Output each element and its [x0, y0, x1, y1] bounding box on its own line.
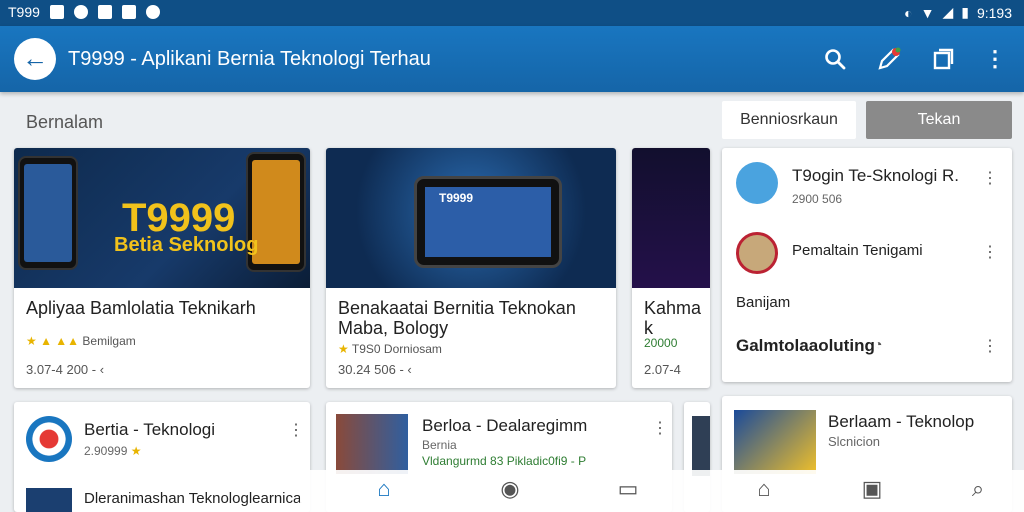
overflow-menu-button[interactable]: ⋮	[980, 44, 1010, 74]
tablet-image: T9999	[414, 176, 562, 268]
app-bar: ← T9999 - Aplikani Bernia Teknologi Terh…	[0, 26, 1024, 92]
star-icon: ★	[338, 342, 349, 356]
nav-home[interactable]: ⌂	[364, 476, 404, 506]
card-meta: 20000	[644, 336, 678, 350]
card-stats: 2.07-4	[644, 362, 681, 377]
messenger-icon	[145, 5, 160, 19]
carrier-label: T999	[8, 4, 40, 20]
nav-library[interactable]: ▭	[608, 476, 648, 506]
tv-icon: ▣	[861, 476, 883, 501]
more-vert-icon: ⋮	[984, 46, 1006, 71]
nav-store[interactable]: ⌂	[744, 476, 784, 506]
notification-icon	[49, 5, 64, 19]
search-button[interactable]	[820, 44, 850, 74]
thumbnail-image	[26, 488, 72, 512]
home-icon: ⌂	[377, 476, 391, 501]
card-meta: ★ T9S0 Dorniosam	[338, 342, 442, 356]
phone-image	[18, 156, 78, 270]
battery-icon: ▮	[961, 4, 969, 20]
list-sub: 2.90999 ★	[84, 444, 142, 458]
tablet-text: T9999	[439, 191, 474, 205]
more-vert-icon[interactable]: ⋮	[982, 336, 998, 356]
bottom-navigation: ⌂ ◉ ▭ ⌂ ▣ ⌕	[300, 470, 1024, 512]
signal-icon: ◢	[942, 4, 954, 20]
page-title: T9999 - Aplikani Bernia Teknologi Terhau	[68, 48, 431, 70]
side-panel: T9ogin Te-Sknologi R. 2900 506 ⋮ Pemalta…	[722, 148, 1012, 382]
gallery-icon	[97, 5, 112, 19]
item-title[interactable]: T9ogin Te-Sknologi R.	[792, 166, 959, 186]
nav-discover[interactable]: ◉	[490, 476, 530, 506]
section-label: Bernalam	[26, 112, 104, 132]
list-extra: Vldangurmd 83 Pikladic0fi9 - P	[422, 454, 587, 468]
card-title: Apliyaa Bamlolatia Teknikarh	[26, 298, 256, 318]
item-sub: 2900 506	[792, 192, 843, 206]
window-icon: ▭	[617, 476, 639, 501]
nav-search[interactable]: ⌕	[958, 476, 998, 506]
copy-icon	[933, 48, 954, 70]
pen-icon	[878, 47, 901, 70]
list-card[interactable]: Bertia - Teknologi 2.90999 ★ ⋮ Dleranima…	[14, 402, 310, 512]
item-title[interactable]: Pemaltain Tenigami	[792, 242, 923, 259]
thumbnail-image	[692, 416, 710, 476]
promo-subtitle: Betia Seknolog	[114, 234, 259, 256]
star-icon: ★	[130, 444, 142, 458]
list-title: Bertia - Teknologi	[84, 420, 216, 439]
clock: 9:193	[976, 4, 1012, 21]
card-stats: 30.24 506 - ‹	[338, 362, 412, 377]
more-vert-icon[interactable]: ⋮	[982, 168, 998, 188]
more-vert-icon[interactable]: ⋮	[652, 418, 668, 438]
tabs-button[interactable]	[928, 44, 958, 74]
bold-label[interactable]: Galmtolaaoluting	[736, 336, 875, 356]
thumbnail-image	[734, 410, 816, 474]
list-sub: Slcnicion	[828, 434, 881, 449]
list-title: Berloa - Dealaregimm	[422, 416, 588, 435]
featured-card[interactable]: T9999 Betia Seknolog Apliyaa Bamlolatia …	[14, 148, 310, 388]
more-vert-icon[interactable]: ⋮	[288, 420, 304, 440]
card-stats: 3.07-4 200 - ‹	[26, 362, 105, 377]
house-icon: ⌂	[757, 476, 771, 501]
filter-button-primary[interactable]: Benniosrkaun	[722, 101, 856, 139]
plain-label: Banijam	[736, 294, 791, 311]
card-image: T9999 Betia Seknolog	[14, 148, 310, 288]
compass-icon: ◉	[500, 476, 520, 501]
card-image	[632, 148, 710, 288]
image-icon	[121, 5, 136, 19]
search-icon	[825, 49, 846, 70]
edit-button[interactable]	[874, 44, 904, 74]
wifi-icon: ▼	[920, 4, 935, 21]
sync-icon	[73, 5, 88, 19]
card-image: T9999	[326, 148, 616, 288]
list-sub: Bernia	[422, 438, 457, 452]
list-title: Berlaam - Teknolop	[828, 412, 975, 431]
card-title: Benakaatai Bernitia Teknokan Maba, Bolog…	[338, 298, 576, 338]
featured-card[interactable]: T9999 Benakaatai Bernitia Teknokan Maba,…	[326, 148, 616, 388]
back-button[interactable]: ←	[14, 38, 56, 80]
avatar	[736, 232, 778, 274]
search-icon: ⌕	[971, 476, 985, 501]
avatar	[736, 162, 778, 204]
info-icon: ◔	[874, 336, 883, 352]
arrow-back-icon: ←	[22, 43, 48, 73]
thumbnail-image	[336, 414, 408, 474]
list-title: Dleranimashan Teknologlearnica	[84, 490, 302, 507]
more-vert-icon[interactable]: ⋮	[982, 242, 998, 262]
nav-media[interactable]: ▣	[852, 476, 892, 506]
card-meta: ★ ▲ ▲▲ Bemilgam	[26, 334, 136, 348]
filter-button-secondary[interactable]: Tekan Tekialaan	[866, 101, 1012, 166]
vibrate-icon: ◐	[904, 4, 913, 21]
card-title: Kahma k	[644, 298, 702, 338]
avatar	[26, 416, 72, 462]
featured-card[interactable]: Kahma k 20000 2.07-4	[632, 148, 710, 388]
status-bar: T999 ◐ ▼ ◢ ▮ 9:193	[0, 0, 1024, 26]
star-icon: ★ ▲ ▲▲	[26, 334, 80, 348]
